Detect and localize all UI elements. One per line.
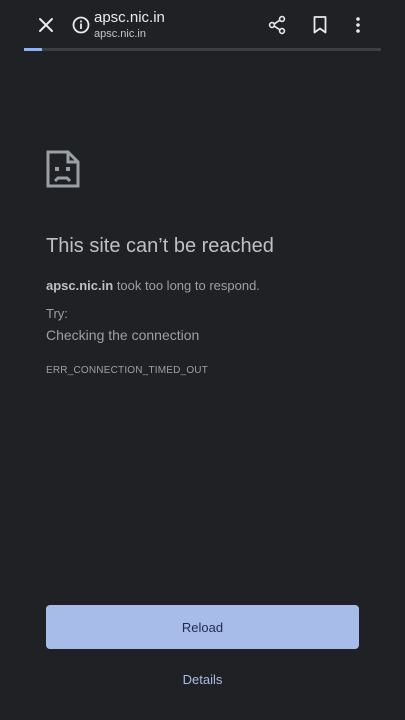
- error-message-text: took too long to respond.: [113, 278, 260, 293]
- share-icon: [268, 15, 286, 35]
- bookmark-icon: [313, 16, 327, 34]
- right-edge: [379, 0, 405, 720]
- progress-fill: [24, 48, 42, 51]
- close-button[interactable]: [32, 11, 60, 39]
- url-title: apsc.nic.in: [94, 9, 165, 26]
- menu-button[interactable]: [344, 11, 372, 39]
- menu-icon: [356, 17, 360, 33]
- browser-toolbar: apsc.nic.in apsc.nic.in: [24, 0, 381, 51]
- sad-document-icon: [46, 150, 80, 188]
- close-icon: [39, 18, 53, 32]
- suggestion-item: Checking the connection: [46, 327, 200, 343]
- try-label: Try:: [46, 306, 68, 321]
- error-message: apsc.nic.in took too long to respond.: [46, 278, 260, 293]
- details-button[interactable]: Details: [46, 672, 359, 687]
- url-subtitle: apsc.nic.in: [94, 28, 146, 40]
- left-edge: [0, 0, 26, 720]
- error-title: This site can’t be reached: [46, 235, 274, 257]
- error-code: ERR_CONNECTION_TIMED_OUT: [46, 365, 209, 376]
- reload-button[interactable]: Reload: [46, 605, 359, 649]
- bookmark-button[interactable]: [306, 11, 334, 39]
- info-icon[interactable]: [71, 15, 91, 35]
- page-load-progress: [24, 48, 381, 51]
- url-display[interactable]: apsc.nic.in apsc.nic.in: [94, 9, 254, 41]
- share-button[interactable]: [263, 11, 291, 39]
- browser-window: apsc.nic.in apsc.nic.in This site can’t …: [24, 0, 381, 720]
- error-host: apsc.nic.in: [46, 278, 114, 293]
